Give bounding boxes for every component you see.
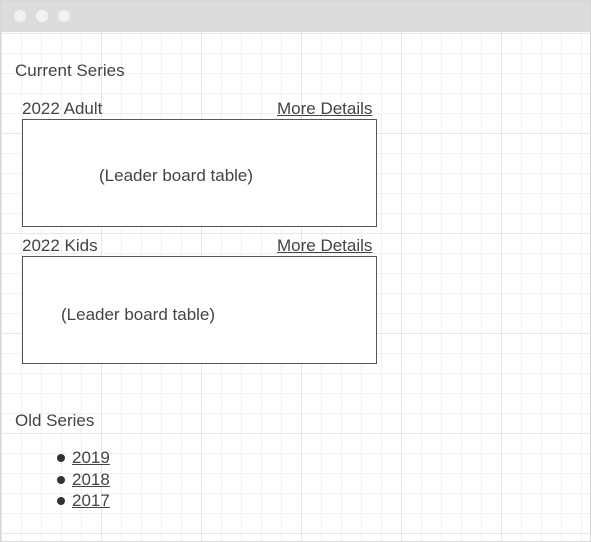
leader-board-placeholder: (Leader board table): [99, 166, 254, 185]
leader-board-table-2022-kids: (Leader board table): [22, 256, 377, 364]
window-maximize-dot[interactable]: [58, 10, 70, 22]
old-series-heading: Old Series: [15, 411, 95, 430]
bullet-icon: [57, 454, 65, 462]
more-details-link-2022-adult[interactable]: More Details: [277, 99, 372, 119]
leader-board-placeholder: (Leader board table): [61, 305, 216, 324]
window-close-dot[interactable]: [14, 10, 26, 22]
list-item: 2018: [57, 469, 110, 491]
bullet-icon: [57, 475, 65, 484]
current-series-heading: Current Series: [15, 61, 125, 80]
browser-window: Current Series 2022 Adult More Details (…: [0, 0, 591, 542]
year-link-2017[interactable]: 2017: [72, 491, 110, 510]
bullet-icon: [57, 497, 65, 505]
more-details-link-2022-kids[interactable]: More Details: [277, 236, 372, 256]
window-minimize-dot[interactable]: [36, 10, 48, 22]
series-title-2022-adult: 2022 Adult: [22, 99, 103, 118]
year-link-2019[interactable]: 2019: [72, 448, 110, 467]
old-series-list: 2019 2018 2017: [57, 447, 110, 512]
window-titlebar: [1, 1, 590, 32]
year-link-2018[interactable]: 2018: [72, 470, 110, 489]
leader-board-table-2022-adult: (Leader board table): [22, 119, 377, 227]
list-item: 2017: [57, 490, 110, 512]
list-item: 2019: [57, 447, 110, 469]
series-title-2022-kids: 2022 Kids: [22, 236, 98, 255]
